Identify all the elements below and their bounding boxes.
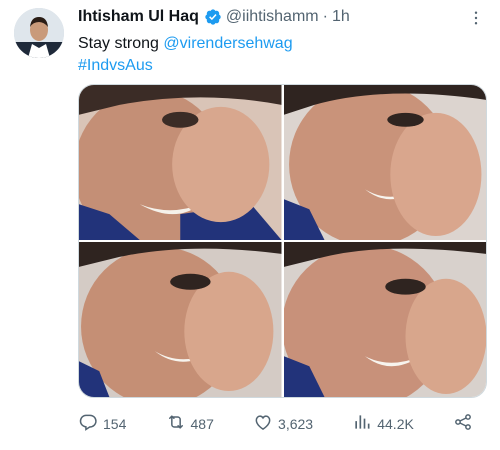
reply-count: 154 xyxy=(103,415,127,432)
tweet-card[interactable]: Ihtisham Ul Haq @iihtishamm · 1h Stay st… xyxy=(0,0,500,450)
display-name[interactable]: Ihtisham Ul Haq xyxy=(78,8,199,26)
media-image-4[interactable] xyxy=(283,242,486,397)
like-icon xyxy=(253,412,273,435)
like-count: 3,623 xyxy=(278,415,314,432)
reply-button[interactable]: 154 xyxy=(78,412,126,435)
hashtag-link[interactable]: #IndvsAus xyxy=(78,57,153,74)
share-button[interactable] xyxy=(453,412,473,435)
timestamp[interactable]: 1h xyxy=(332,8,350,26)
media-grid xyxy=(78,84,487,398)
verified-badge-icon xyxy=(204,8,222,26)
retweet-button[interactable]: 487 xyxy=(166,412,214,435)
reply-icon xyxy=(78,412,98,435)
avatar[interactable] xyxy=(14,8,64,58)
retweet-count: 487 xyxy=(190,415,214,432)
views-button[interactable]: 44.2K xyxy=(352,412,414,435)
handle[interactable]: @iihtishamm xyxy=(226,8,319,26)
tweet-text-line: Stay strong xyxy=(78,35,159,52)
separator-dot: · xyxy=(322,8,328,25)
media-image-2[interactable] xyxy=(283,85,486,240)
views-count: 44.2K xyxy=(377,415,414,432)
tweet-header: Ihtisham Ul Haq @iihtishamm · 1h xyxy=(78,6,486,28)
tweet-text: Stay strong @virendersehwag #IndvsAus xyxy=(78,33,486,77)
mention-link[interactable]: @virendersehwag xyxy=(163,35,292,52)
more-icon[interactable] xyxy=(466,8,486,28)
views-icon xyxy=(352,412,372,435)
media-image-3[interactable] xyxy=(79,242,282,397)
share-icon xyxy=(453,412,473,435)
tweet-actions: 154 487 3,623 44.2K xyxy=(78,412,473,435)
like-button[interactable]: 3,623 xyxy=(253,412,313,435)
retweet-icon xyxy=(166,412,186,435)
media-image-1[interactable] xyxy=(79,85,282,240)
